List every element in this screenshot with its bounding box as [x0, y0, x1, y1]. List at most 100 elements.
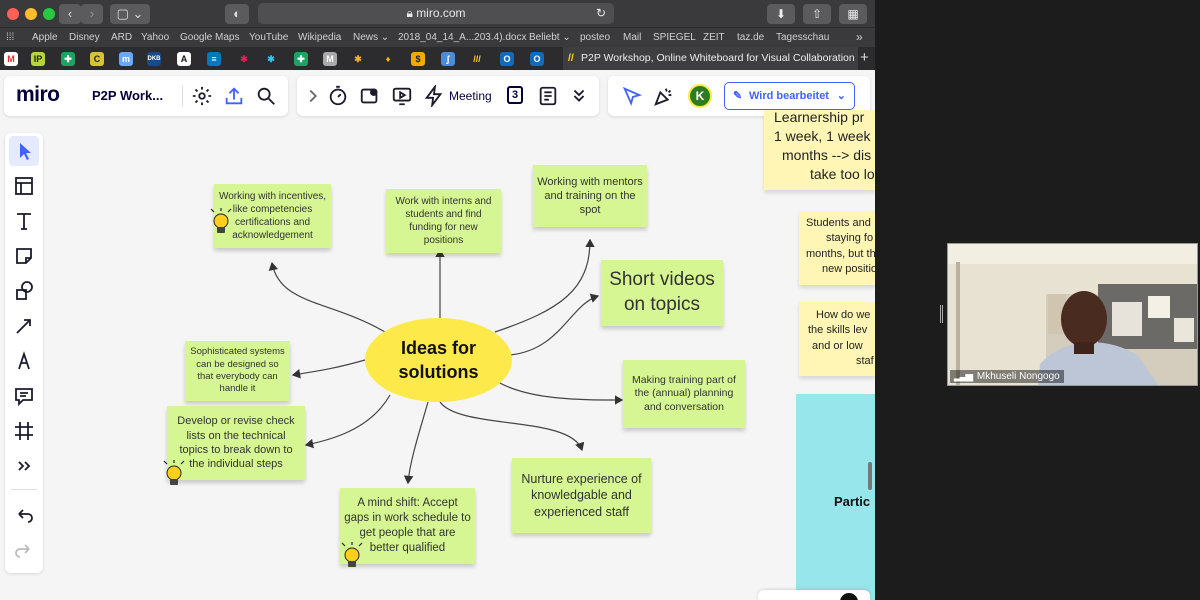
more-tools-icon[interactable]: [9, 451, 39, 481]
new-tab-button[interactable]: +: [860, 49, 869, 66]
miro-icon[interactable]: ///: [470, 52, 484, 66]
select-cursor-icon[interactable]: [9, 136, 39, 166]
help-icon[interactable]: [840, 593, 858, 600]
outlook-icon[interactable]: O: [530, 52, 544, 66]
redo-icon[interactable]: [9, 536, 39, 566]
pinned-tab-icon[interactable]: $: [411, 52, 425, 66]
favorite-link[interactable]: ARD: [111, 32, 132, 43]
favorite-link[interactable]: Google Maps: [180, 32, 239, 43]
scroll-handle[interactable]: [868, 462, 872, 490]
notes-list-icon[interactable]: [537, 85, 559, 107]
sticky-note-interns[interactable]: Work with interns and students and find …: [386, 189, 501, 253]
pinned-tab-icon[interactable]: IP: [31, 52, 45, 66]
video-chat-icon[interactable]: [359, 85, 381, 107]
pen-icon[interactable]: [9, 346, 39, 376]
pinned-tab-icon[interactable]: C: [90, 52, 104, 66]
slack-icon[interactable]: ✱: [351, 52, 365, 66]
favorite-link[interactable]: News ⌄: [353, 32, 389, 43]
favorite-link[interactable]: SPIEGEL: [653, 32, 696, 43]
frame-icon[interactable]: [9, 416, 39, 446]
favorite-link[interactable]: YouTube: [249, 32, 288, 43]
sticky-note-checklists[interactable]: Develop or revise check lists on the tec…: [167, 406, 305, 480]
dkb-icon[interactable]: DKB: [147, 52, 161, 66]
outlook-icon[interactable]: O: [500, 52, 514, 66]
favorite-link[interactable]: Beliebt ⌄: [529, 32, 571, 43]
favorite-link[interactable]: Tagesschau: [776, 32, 829, 43]
meeting-label[interactable]: Meeting: [449, 89, 492, 103]
pinned-tab-icon[interactable]: M: [323, 52, 337, 66]
comment-icon[interactable]: [9, 381, 39, 411]
celebrate-party-icon[interactable]: [653, 85, 675, 107]
minimize-window-button[interactable]: [25, 8, 37, 20]
reload-icon[interactable]: ↻: [596, 3, 606, 24]
edit-status-button[interactable]: ✎ Wird bearbeitet ⌄: [724, 82, 855, 110]
trello-icon[interactable]: ≡: [207, 52, 221, 66]
expand-chevrons-icon[interactable]: [568, 85, 590, 107]
sidebar-toggle-button[interactable]: ▢ ⌄: [110, 4, 150, 24]
sticky-note-learnership[interactable]: Learnership pr 1 week, 1 week months -->…: [764, 110, 875, 190]
overflow-chevron-icon[interactable]: »: [856, 30, 863, 44]
video-drag-handle[interactable]: [940, 305, 943, 323]
minimap-widget[interactable]: [758, 590, 870, 600]
forward-button[interactable]: ›: [81, 4, 103, 24]
upload-share-icon[interactable]: [223, 85, 245, 107]
sticky-note-nurture[interactable]: Nurture experience of knowledgable and e…: [512, 458, 651, 533]
templates-icon[interactable]: [9, 171, 39, 201]
central-idea-oval[interactable]: Ideas for solutions: [365, 318, 512, 402]
grid-icon[interactable]: ⁞⁞⁞: [6, 32, 14, 43]
pinned-tab-icon[interactable]: m: [119, 52, 133, 66]
favorite-link[interactable]: Disney: [69, 32, 100, 43]
downloads-button[interactable]: ⬇: [767, 4, 795, 24]
active-tab[interactable]: // P2P Workshop, Online Whiteboard for V…: [563, 47, 858, 70]
miro-board[interactable]: miro P2P Work... Meeting 3 K ✎ Wird bear…: [0, 70, 875, 600]
board-name[interactable]: P2P Work...: [92, 88, 163, 103]
search-icon[interactable]: [255, 85, 277, 107]
miro-logo[interactable]: miro: [16, 83, 60, 107]
sticky-note-mentors[interactable]: Working with mentors and training on the…: [533, 165, 647, 227]
pinned-tab-icon[interactable]: ♦: [381, 52, 395, 66]
favorite-link[interactable]: ZEIT: [703, 32, 725, 43]
favorite-link[interactable]: Mail: [623, 32, 641, 43]
favorite-link[interactable]: posteo: [580, 32, 610, 43]
sheets-icon[interactable]: ✚: [294, 52, 308, 66]
chevron-right-icon[interactable]: [302, 85, 324, 107]
share-button[interactable]: ⇧: [803, 4, 831, 24]
privacy-shield-icon[interactable]: ◐: [225, 4, 249, 24]
gmail-icon[interactable]: M: [4, 52, 18, 66]
undo-icon[interactable]: [9, 501, 39, 531]
pinned-tab-icon[interactable]: ∫: [441, 52, 455, 66]
slack-icon[interactable]: ✱: [264, 52, 278, 66]
pinned-tab-icon[interactable]: A: [177, 52, 191, 66]
favorite-link[interactable]: taz.de: [737, 32, 764, 43]
sheets-icon[interactable]: ✚: [61, 52, 75, 66]
sticky-note-systems[interactable]: Sophisticated systems can be designed so…: [185, 341, 290, 401]
sticky-note-annual[interactable]: Making training part of the (annual) pla…: [623, 360, 745, 428]
text-icon[interactable]: [9, 206, 39, 236]
lightning-icon[interactable]: [423, 83, 445, 109]
cursor-filter-icon[interactable]: [621, 85, 643, 107]
zoom-window-button[interactable]: [43, 8, 55, 20]
slack-icon[interactable]: ✱: [237, 52, 251, 66]
timer-icon[interactable]: [327, 85, 349, 107]
sticky-note-videos[interactable]: Short videos on topics: [601, 260, 723, 326]
close-window-button[interactable]: [7, 8, 19, 20]
counter-badge[interactable]: 3: [507, 86, 523, 104]
video-call-tile[interactable]: ▂▃▅ Mkhuseli Nongogo: [947, 243, 1198, 386]
collaboration-toolbar: Meeting 3: [297, 76, 599, 116]
favorite-link[interactable]: Yahoo: [141, 32, 169, 43]
settings-gear-icon[interactable]: [191, 85, 213, 107]
tab-overview-button[interactable]: ▦: [839, 4, 867, 24]
shapes-icon[interactable]: [9, 276, 39, 306]
connection-line-icon[interactable]: [9, 311, 39, 341]
presentation-icon[interactable]: [391, 85, 413, 107]
sticky-note-icon[interactable]: [9, 241, 39, 271]
address-bar[interactable]: 🔒︎ miro.com ↻: [258, 3, 614, 24]
favorite-link[interactable]: Apple: [32, 32, 58, 43]
favorite-link[interactable]: 2018_04_14_A...203.4).docx: [398, 32, 526, 43]
back-button[interactable]: ‹: [59, 4, 81, 24]
participants-frame[interactable]: Partic: [796, 394, 875, 600]
favorite-link[interactable]: Wikipedia: [298, 32, 341, 43]
sticky-note-students[interactable]: Students and staying fo months, but th n…: [799, 211, 875, 285]
user-avatar[interactable]: K: [688, 84, 712, 108]
sticky-note-skills[interactable]: How do we the skills lev and or low staf: [799, 302, 875, 376]
